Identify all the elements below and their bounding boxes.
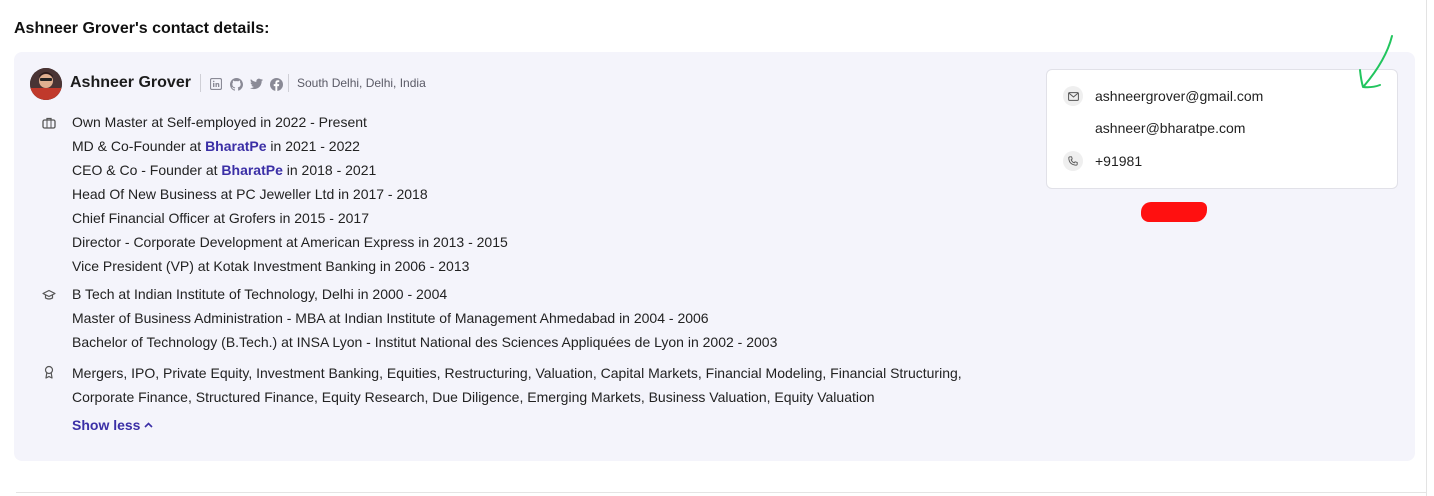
skills-line: Mergers, IPO, Private Equity, Investment… bbox=[72, 365, 962, 381]
show-less-label: Show less bbox=[72, 417, 141, 433]
chevron-up-icon bbox=[144, 422, 154, 428]
email-row: ashneer@bharatpe.com bbox=[1063, 118, 1245, 138]
avatar[interactable] bbox=[30, 68, 62, 100]
experience-item: Vice President (VP) at Kotak Investment … bbox=[72, 258, 470, 274]
separator bbox=[200, 74, 201, 92]
profile-card: Ashneer Grover South Delhi, Delhi, India… bbox=[14, 52, 1415, 461]
experience-item: MD & Co-Founder at BharatPe in 2021 - 20… bbox=[72, 138, 360, 154]
experience-item: CEO & Co - Founder at BharatPe in 2018 -… bbox=[72, 162, 377, 178]
graduation-cap-icon bbox=[42, 289, 56, 300]
mail-icon bbox=[1063, 86, 1083, 106]
company-link[interactable]: BharatPe bbox=[205, 138, 266, 154]
experience-list: Own Master at Self-employed in 2022 - Pr… bbox=[72, 110, 508, 278]
twitter-icon[interactable] bbox=[248, 76, 264, 92]
phone-row: +91981 bbox=[1063, 151, 1142, 171]
education-list: B Tech at Indian Institute of Technology… bbox=[72, 282, 777, 354]
award-icon bbox=[44, 365, 54, 379]
education-item: B Tech at Indian Institute of Technology… bbox=[72, 286, 448, 302]
facebook-icon[interactable] bbox=[268, 76, 284, 92]
email-row: ashneergrover@gmail.com bbox=[1063, 86, 1263, 106]
redaction-mark bbox=[1141, 202, 1207, 222]
arrow-annotation-icon bbox=[1359, 35, 1393, 89]
location: South Delhi, Delhi, India bbox=[297, 76, 426, 90]
email-secondary[interactable]: ashneer@bharatpe.com bbox=[1095, 120, 1245, 136]
experience-item: Chief Financial Officer at Grofers in 20… bbox=[72, 210, 370, 226]
page-title: Ashneer Grover's contact details: bbox=[14, 20, 270, 37]
experience-item: Head Of New Business at PC Jeweller Ltd … bbox=[72, 186, 428, 202]
education-item: Master of Business Administration - MBA … bbox=[72, 310, 709, 326]
phone-number[interactable]: +91981 bbox=[1095, 153, 1142, 169]
social-links bbox=[208, 76, 284, 92]
phone-icon bbox=[1063, 151, 1083, 171]
divider bbox=[16, 492, 1427, 493]
education-item: Bachelor of Technology (B.Tech.) at INSA… bbox=[72, 334, 778, 350]
email-primary[interactable]: ashneergrover@gmail.com bbox=[1095, 88, 1263, 104]
github-icon[interactable] bbox=[228, 76, 244, 92]
experience-item: Director - Corporate Development at Amer… bbox=[72, 234, 508, 250]
separator bbox=[288, 74, 289, 92]
skills-line: Corporate Finance, Structured Finance, E… bbox=[72, 389, 875, 405]
linkedin-icon[interactable] bbox=[208, 76, 224, 92]
company-link[interactable]: BharatPe bbox=[221, 162, 282, 178]
show-less-button[interactable]: Show less bbox=[72, 417, 154, 433]
skills-list: Mergers, IPO, Private Equity, Investment… bbox=[72, 361, 962, 409]
profile-name[interactable]: Ashneer Grover bbox=[70, 74, 191, 92]
contact-box: ashneergrover@gmail.com ashneer@bharatpe… bbox=[1046, 69, 1398, 189]
briefcase-icon bbox=[42, 117, 56, 129]
experience-item: Own Master at Self-employed in 2022 - Pr… bbox=[72, 114, 367, 130]
